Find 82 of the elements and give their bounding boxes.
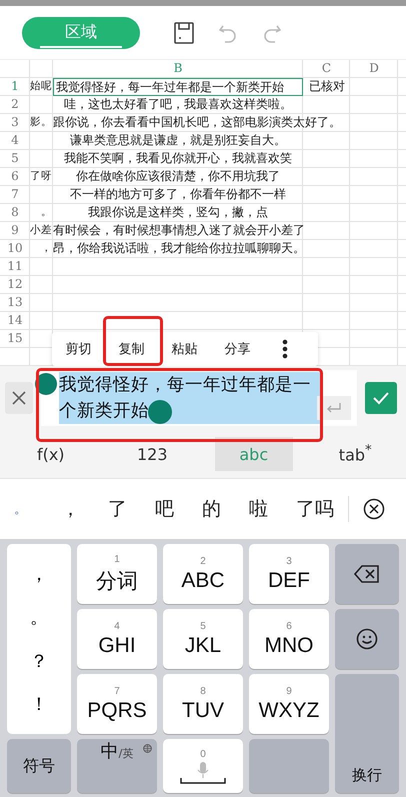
punctuation-key[interactable]: ，	[30, 562, 48, 586]
save-icon[interactable]	[174, 22, 194, 44]
candidate-word[interactable]: 吧	[155, 496, 174, 522]
row-number[interactable]: 15	[0, 330, 30, 348]
row-number[interactable]: 7	[0, 186, 30, 204]
table-cell: 了呀	[30, 170, 52, 182]
row-number[interactable]: 5	[0, 150, 30, 168]
table-cell: 昂，你给我说话啦，我才能给你拉拉呱聊聊天。	[53, 241, 305, 255]
keypad-key[interactable]: 3 DEF	[249, 544, 329, 604]
row-number[interactable]: 13	[0, 294, 30, 312]
space-icon	[180, 778, 226, 784]
table-cell: 影。	[30, 116, 52, 128]
punctuation-key[interactable]: ！	[30, 692, 48, 716]
keypad-key[interactable]: 7 PQRS	[77, 674, 157, 734]
table-cell: 不一样的地方可多了，你看年份都不一样	[70, 187, 286, 201]
return-key[interactable]: 换行	[335, 674, 399, 793]
row-number[interactable]: 12	[0, 276, 30, 294]
language-key[interactable]: 中/英	[77, 739, 157, 793]
confirm-button[interactable]	[365, 382, 397, 414]
candidate-word[interactable]: 了	[108, 496, 127, 522]
menu-item[interactable]: 复制	[105, 332, 158, 366]
emoji-key[interactable]	[335, 609, 399, 669]
keypad-key[interactable]: 2 ABC	[163, 544, 243, 604]
candidate-word[interactable]: 。	[14, 500, 27, 518]
keypad-key[interactable]: 9 WXYZ	[249, 674, 329, 734]
column-header[interactable]: C	[303, 60, 350, 78]
mode-tab[interactable]: tab$^{*}$	[316, 437, 394, 471]
menu-item[interactable]: 粘贴	[158, 332, 211, 366]
menu-item[interactable]: 分享	[211, 332, 264, 366]
row-number[interactable]: 6	[0, 168, 30, 186]
row-number[interactable]: 3	[0, 114, 30, 132]
table-cell: ，	[41, 242, 52, 254]
keypad-key[interactable]: 1 分词	[77, 544, 157, 604]
column-header[interactable]: D	[350, 60, 398, 78]
candidate-word[interactable]: 的	[202, 496, 221, 522]
table-cell: 我觉得怪好，每一年过年都是一个新类开始	[56, 80, 284, 94]
table-cell: 小差	[30, 224, 52, 236]
backspace-icon	[354, 565, 380, 583]
mode-tab[interactable]: 123	[114, 437, 191, 471]
table-cell: 我跟你说是这样类，竖勾，撇，点	[88, 205, 268, 219]
table-cell: 哇，这也太好看了吧，我最喜欢这样类啦。	[64, 97, 292, 111]
candidate-word[interactable]: 啦	[249, 496, 268, 522]
space-key[interactable]: 0	[163, 739, 243, 793]
enter-button[interactable]	[317, 396, 351, 420]
punctuation-key[interactable]: 。	[30, 605, 48, 630]
more-icon[interactable]	[282, 339, 288, 359]
table-cell: 谦卑类意思就是谦虚，就是别狂妄自大。	[70, 133, 286, 147]
close-icon	[12, 391, 26, 405]
globe-icon	[143, 744, 152, 753]
keypad-key[interactable]: 8 TUV	[163, 674, 243, 734]
table-cell: 始呢	[30, 80, 52, 92]
row-number[interactable]: 2	[0, 96, 30, 114]
mode-tab[interactable]: f(x)	[12, 437, 90, 471]
keypad-key[interactable]: 6 MNO	[249, 609, 329, 669]
candidate-word[interactable]: ，	[61, 496, 80, 522]
table-cell: 已核对	[309, 79, 345, 93]
symbols-key[interactable]: 符号	[7, 739, 71, 793]
candidate-word[interactable]: 了吗	[296, 496, 334, 522]
menu-item[interactable]: 剪切	[52, 332, 105, 366]
row-number[interactable]: 10	[0, 240, 30, 258]
row-number[interactable]: 14	[0, 312, 30, 330]
table-cell: 你在做啥你应该很清楚，你不用坑我了	[76, 169, 280, 183]
selected-text: 我觉得怪好，每一年过年都是一个新类开始	[59, 372, 321, 424]
enter-icon	[326, 402, 342, 414]
table-cell: 我能不笑啊，我看见你就开心，我就喜欢笑	[64, 151, 292, 165]
row-number[interactable]: 9	[0, 222, 30, 240]
close-icon[interactable]	[363, 498, 385, 520]
cell-edit-field[interactable]: 我觉得怪好，每一年过年都是一个新类开始	[41, 370, 357, 426]
row-number[interactable]: 4	[0, 132, 30, 150]
microphone-icon	[197, 762, 209, 778]
row-number[interactable]: 11	[0, 258, 30, 276]
smiley-icon	[356, 628, 378, 650]
punctuation-key[interactable]: ？	[30, 648, 48, 673]
row-number[interactable]: 8	[0, 204, 30, 222]
cancel-button[interactable]	[5, 382, 33, 414]
check-icon	[372, 391, 390, 405]
table-cell: 。	[41, 206, 52, 218]
table-cell: 有时候会，有时候想事情想入迷了就会开小差了	[53, 223, 305, 237]
keypad-key[interactable]: 5 JKL	[163, 609, 243, 669]
backspace-key[interactable]	[335, 544, 399, 604]
table-cell: 跟你说，你去看看中国机长吧，这部电影演类太好了。	[53, 115, 341, 129]
keypad-key[interactable]: 4 GHI	[77, 609, 157, 669]
